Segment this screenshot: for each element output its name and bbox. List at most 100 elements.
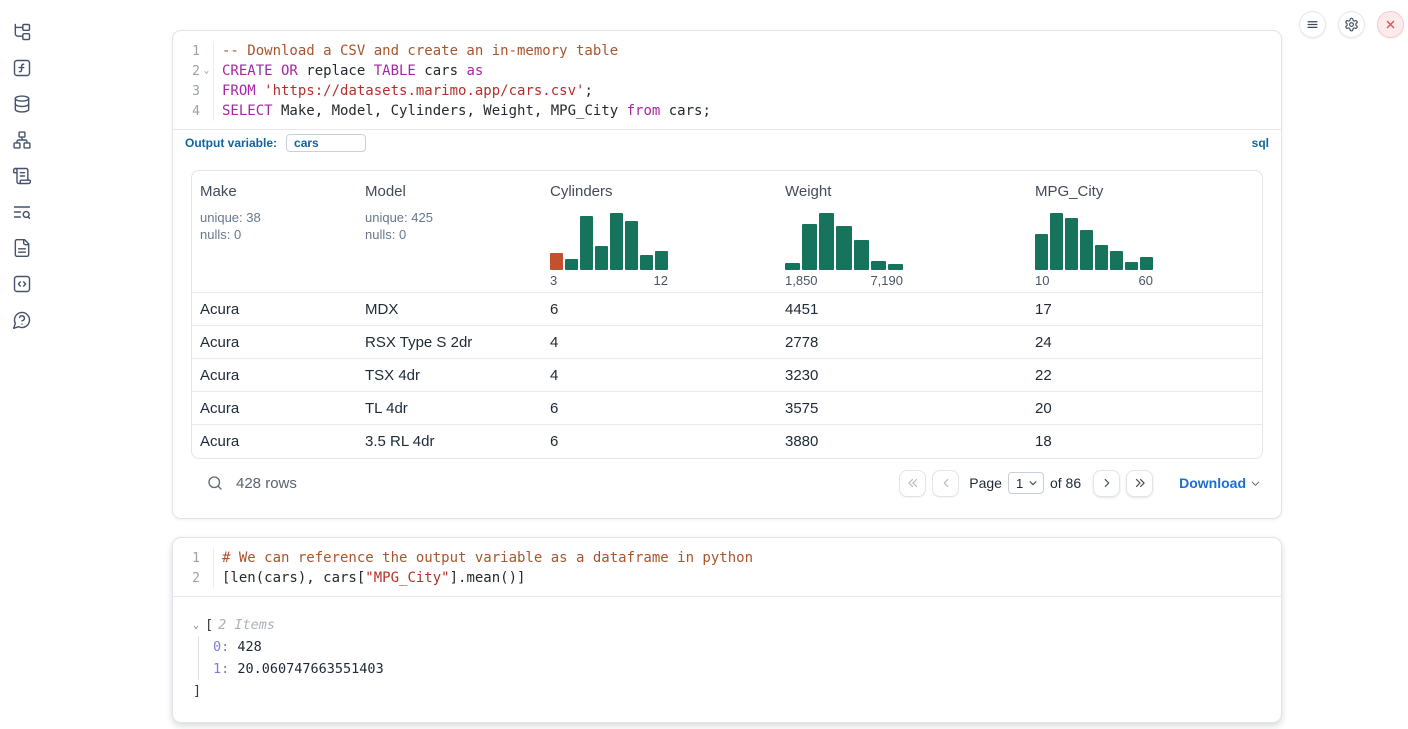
code-content: CREATE OR replace TABLE cars as	[213, 61, 1281, 81]
histogram-bar	[640, 255, 653, 270]
menu-button[interactable]	[1299, 11, 1326, 38]
code-line[interactable]: 4SELECT Make, Model, Cylinders, Weight, …	[179, 101, 1281, 121]
table-row[interactable]: AcuraRSX Type S 2dr4277824	[192, 326, 1262, 359]
datasources-icon[interactable]	[12, 94, 32, 114]
table-cell: Acura	[192, 301, 357, 318]
axis-min-label: 3	[550, 273, 557, 288]
code-line[interactable]: 1-- Download a CSV and create an in-memo…	[179, 41, 1281, 61]
table-cell: 22	[1027, 367, 1262, 384]
fold-chevron-icon[interactable]: ⌄	[200, 66, 213, 76]
code-line[interactable]: 3FROM 'https://datasets.marimo.app/cars.…	[179, 81, 1281, 101]
close-bracket: ]	[193, 680, 1261, 702]
table-cell: Acura	[192, 400, 357, 417]
column-label: Make	[200, 183, 357, 200]
table-cell: 3230	[777, 367, 1027, 384]
table-cell: 3.5 RL 4dr	[357, 433, 542, 450]
column-header[interactable]: Weight 1,8507,190	[777, 183, 1027, 288]
histogram-bar	[836, 226, 851, 270]
column-header[interactable]: Cylinders312	[542, 183, 777, 288]
column-label: Weight	[785, 183, 1027, 200]
output-tree: ⌄[2 Items0: 4281: 20.060747663551403]	[193, 614, 1261, 702]
tree-root: ⌄[2 Items	[193, 614, 1261, 636]
variables-icon[interactable]	[12, 58, 32, 78]
snippets-icon[interactable]	[12, 274, 32, 294]
code-content: [len(cars), cars["MPG_City"].mean()]	[213, 568, 1281, 588]
table-row[interactable]: AcuraTSX 4dr4323022	[192, 359, 1262, 392]
sql-cell: 1 -- Download a CSV and create an in-memo…	[172, 30, 1282, 519]
file-explorer-icon[interactable]	[12, 22, 32, 42]
table-footer: 428 rows Page 1 of 86	[191, 463, 1263, 503]
page-select[interactable]: 1	[1008, 472, 1044, 494]
histogram-axis: 3 12	[550, 273, 668, 288]
python-code-editor[interactable]: 1 # We can reference the output variable …	[173, 538, 1281, 596]
column-histogram	[1035, 213, 1153, 270]
line-number: 1	[179, 551, 200, 566]
last-page-button[interactable]	[1126, 470, 1153, 497]
histogram-bar	[888, 264, 903, 270]
table-row[interactable]: AcuraTL 4dr6357520	[192, 392, 1262, 425]
first-page-button[interactable]	[899, 470, 926, 497]
histogram-bar	[1050, 213, 1063, 270]
logs-icon[interactable]	[12, 202, 32, 222]
sql-cell-output: Make unique: 38nulls: 0Modelunique: 425nu…	[173, 155, 1281, 518]
settings-button[interactable]	[1338, 11, 1365, 38]
table-cell: MDX	[357, 301, 542, 318]
help-icon[interactable]	[12, 310, 32, 330]
download-button[interactable]: Download	[1179, 475, 1261, 491]
line-number: 2	[179, 64, 200, 79]
table-cell: 4	[542, 367, 777, 384]
table-cell: TSX 4dr	[357, 367, 542, 384]
code-content: -- Download a CSV and create an in-memor…	[213, 41, 1281, 61]
table-cell: Acura	[192, 367, 357, 384]
item-count: 2 Items	[218, 617, 275, 633]
table-cell: 18	[1027, 433, 1262, 450]
pagination: Page 1 of 86 Download	[899, 470, 1261, 497]
histogram-bar	[785, 263, 800, 270]
item-value: 20.060747663551403	[229, 661, 383, 677]
code-line[interactable]: 2 [len(cars), cars["MPG_City"].mean()]	[179, 568, 1281, 588]
column-stats: unique: 38nulls: 0	[200, 209, 357, 243]
tree-item[interactable]: 0: 428	[213, 636, 1261, 658]
tree-item[interactable]: 1: 20.060747663551403	[213, 658, 1261, 680]
code-line[interactable]: 2⌄CREATE OR replace TABLE cars as	[179, 61, 1281, 81]
histogram-bar	[819, 213, 834, 270]
table-cell: 3575	[777, 400, 1027, 417]
histogram-axis: 1,8507,190	[785, 273, 903, 288]
code-line[interactable]: 1 # We can reference the output variable …	[179, 548, 1281, 568]
output-variable-bar: Output variable: sql	[173, 129, 1281, 155]
dependency-graph-icon[interactable]	[12, 130, 32, 150]
python-cell-output: ⌄[2 Items0: 4281: 20.060747663551403]	[173, 596, 1281, 722]
shutdown-button[interactable]	[1377, 11, 1404, 38]
scratchpad-icon[interactable]	[12, 166, 32, 186]
column-histogram	[785, 213, 903, 270]
column-label: Model	[365, 183, 542, 200]
column-header[interactable]: MPG_City1060	[1027, 183, 1262, 288]
search-icon[interactable]	[206, 474, 224, 492]
documentation-icon[interactable]	[12, 238, 32, 258]
column-header[interactable]: Make unique: 38nulls: 0	[192, 183, 357, 288]
output-variable-input[interactable]	[286, 134, 366, 152]
axis-max-label: 12	[654, 273, 668, 288]
table-row[interactable]: AcuraMDX6445117	[192, 293, 1262, 326]
item-key: 1:	[213, 661, 229, 677]
line-number: 2	[179, 571, 200, 586]
histogram-bar	[1095, 245, 1108, 270]
table-cell: 6	[542, 400, 777, 417]
collapse-chevron-icon[interactable]: ⌄	[193, 620, 205, 631]
line-number: 4	[179, 104, 200, 119]
column-header[interactable]: Modelunique: 425nulls: 0	[357, 183, 542, 288]
table-cell: RSX Type S 2dr	[357, 334, 542, 351]
prev-page-button[interactable]	[932, 470, 959, 497]
table-row[interactable]: Acura3.5 RL 4dr6388018	[192, 425, 1262, 458]
language-badge: sql	[1252, 136, 1269, 150]
table-cell: Acura	[192, 334, 357, 351]
axis-max-label: 60	[1139, 273, 1153, 288]
sql-code-editor[interactable]: 1-- Download a CSV and create an in-memo…	[173, 31, 1281, 129]
next-page-button[interactable]	[1093, 470, 1120, 497]
topbar-controls	[1299, 11, 1404, 38]
histogram-bar	[625, 221, 638, 270]
table-cell: 6	[542, 301, 777, 318]
left-sidebar	[0, 0, 44, 729]
python-cell: 1 # We can reference the output variable …	[172, 537, 1282, 723]
code-content: # We can reference the output variable a…	[213, 548, 1281, 568]
